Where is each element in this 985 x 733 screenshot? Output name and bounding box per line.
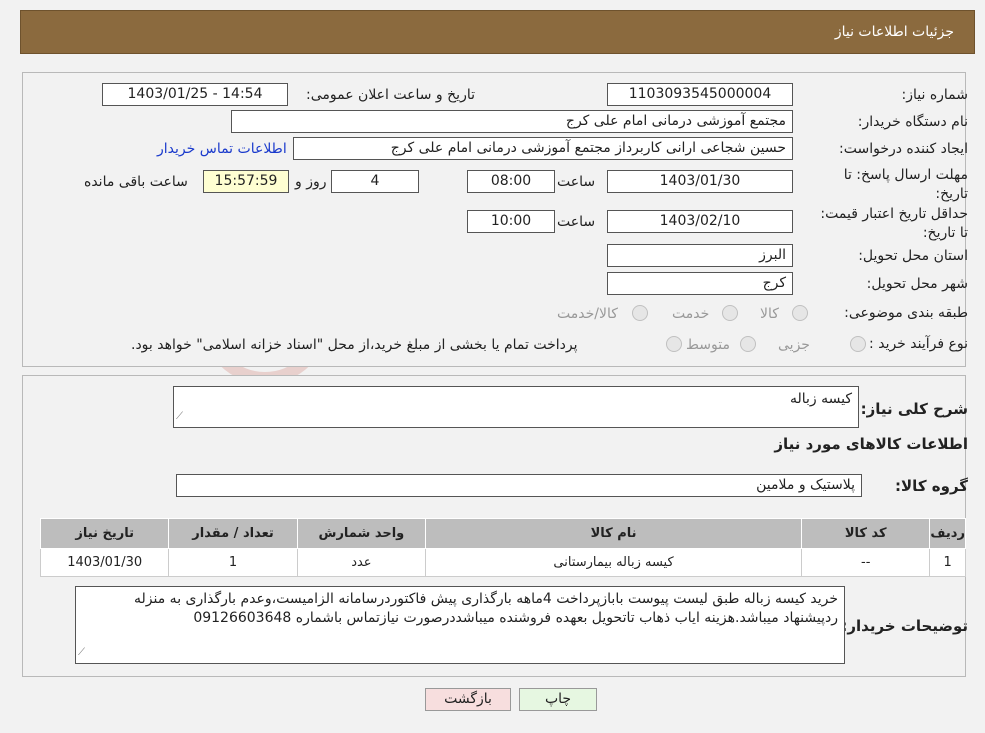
process-radio-medium[interactable] <box>740 336 756 352</box>
goods-group-field[interactable]: پلاستیک و ملامین <box>176 474 862 497</box>
col-unit: واحد شمارش <box>296 518 427 549</box>
process-option-minor: جزیی <box>778 337 810 353</box>
summary-label: شرح کلی نیاز: <box>860 400 968 418</box>
cell-row: 1 <box>929 548 966 577</box>
reply-time-word: ساعت <box>557 174 596 190</box>
announce-datetime-field[interactable]: 1403/01/25 - 14:54 <box>102 83 288 106</box>
city-label: شهر محل تحویل: <box>866 276 968 292</box>
creator-label: ایجاد کننده درخواست: <box>839 141 968 157</box>
process-label: نوع فرآیند خرید : <box>869 336 968 352</box>
category-radio-goods-service[interactable] <box>632 305 648 321</box>
buyer-notes-text: خرید کیسه زباله طبق لیست پیوست بابازپردا… <box>134 591 838 626</box>
reply-time-field[interactable]: 08:00 <box>467 170 555 193</box>
province-field[interactable]: البرز <box>607 244 793 267</box>
goods-info-title: اطلاعات کالاهای مورد نیاز <box>774 435 968 453</box>
category-option-goods-service: کالا/خدمت <box>557 306 618 322</box>
resize-grip-icon[interactable]: ⟋ <box>78 643 85 662</box>
summary-text: کیسه زباله <box>789 391 852 407</box>
category-radio-service[interactable] <box>722 305 738 321</box>
col-row: ردیف <box>929 518 966 549</box>
back-button[interactable]: بازگشت <box>425 688 511 711</box>
validity-time-field[interactable]: 10:00 <box>467 210 555 233</box>
city-field[interactable]: کرج <box>607 272 793 295</box>
process-note: پرداخت تمام یا بخشی از مبلغ خرید،از محل … <box>131 337 578 353</box>
reply-deadline-label: مهلت ارسال پاسخ: تا تاریخ: <box>843 167 968 202</box>
col-date: تاریخ نیاز <box>39 518 170 549</box>
days-word: روز و <box>295 174 327 190</box>
buyer-notes-label: توضیحات خریدار: <box>841 617 968 635</box>
category-label: طبقه بندی موضوعی: <box>844 305 968 321</box>
announce-label: تاریخ و ساعت اعلان عمومی: <box>306 87 475 103</box>
validity-time-word: ساعت <box>557 214 596 230</box>
category-radio-goods[interactable] <box>792 305 808 321</box>
summary-textarea[interactable]: کیسه زباله ⟋ <box>173 386 859 428</box>
process-radio-treasury[interactable] <box>666 336 682 352</box>
need-number-field[interactable]: 1103093545000004 <box>607 83 793 106</box>
col-code: کد کالا <box>801 518 931 549</box>
category-option-service: خدمت <box>672 306 710 322</box>
buyer-notes-textarea[interactable]: خرید کیسه زباله طبق لیست پیوست بابازپردا… <box>75 586 845 664</box>
province-label: استان محل تحویل: <box>858 248 968 264</box>
validity-date-field[interactable]: 1403/02/10 <box>607 210 793 233</box>
resize-grip-icon[interactable]: ⟋ <box>176 407 183 426</box>
goods-group-label: گروه کالا: <box>895 477 968 495</box>
cell-quantity: 1 <box>168 548 298 577</box>
cell-unit: عدد <box>296 548 427 577</box>
page-header: جزئیات اطلاعات نیاز <box>20 10 975 54</box>
col-quantity: تعداد / مقدار <box>168 518 298 549</box>
table-row[interactable]: 1 -- کیسه زباله بیمارستانی عدد 1 1403/01… <box>39 548 966 577</box>
print-button[interactable]: چاپ <box>519 688 597 711</box>
remaining-time-label: ساعت باقی مانده <box>84 174 188 190</box>
creator-field[interactable]: حسین شجاعی ارانی کاربرداز مجتمع آموزشی د… <box>293 137 793 160</box>
process-radio-minor[interactable] <box>850 336 866 352</box>
col-name: نام کالا <box>425 518 803 549</box>
cell-date: 1403/01/30 <box>39 548 170 577</box>
category-option-goods: کالا <box>760 306 779 322</box>
process-option-medium: متوسط <box>686 337 730 353</box>
buyer-org-field[interactable]: مجتمع آموزشی درمانی امام علی کرج <box>231 110 793 133</box>
reply-date-field[interactable]: 1403/01/30 <box>607 170 793 193</box>
buyer-contact-link[interactable]: اطلاعات تماس خریدار <box>157 141 287 157</box>
page-title: جزئیات اطلاعات نیاز <box>834 24 954 40</box>
remaining-time-field: 15:57:59 <box>203 170 289 193</box>
buyer-org-label: نام دستگاه خریدار: <box>857 114 968 130</box>
cell-code: -- <box>801 548 931 577</box>
validity-label: حداقل تاریخ اعتبار قیمت: تا تاریخ: <box>820 206 968 241</box>
need-number-label: شماره نیاز: <box>901 87 969 103</box>
cell-name: کیسه زباله بیمارستانی <box>425 548 803 577</box>
goods-table: ردیف کد کالا نام کالا واحد شمارش تعداد /… <box>39 518 966 577</box>
table-header-row: ردیف کد کالا نام کالا واحد شمارش تعداد /… <box>39 518 966 549</box>
days-field[interactable]: 4 <box>331 170 419 193</box>
